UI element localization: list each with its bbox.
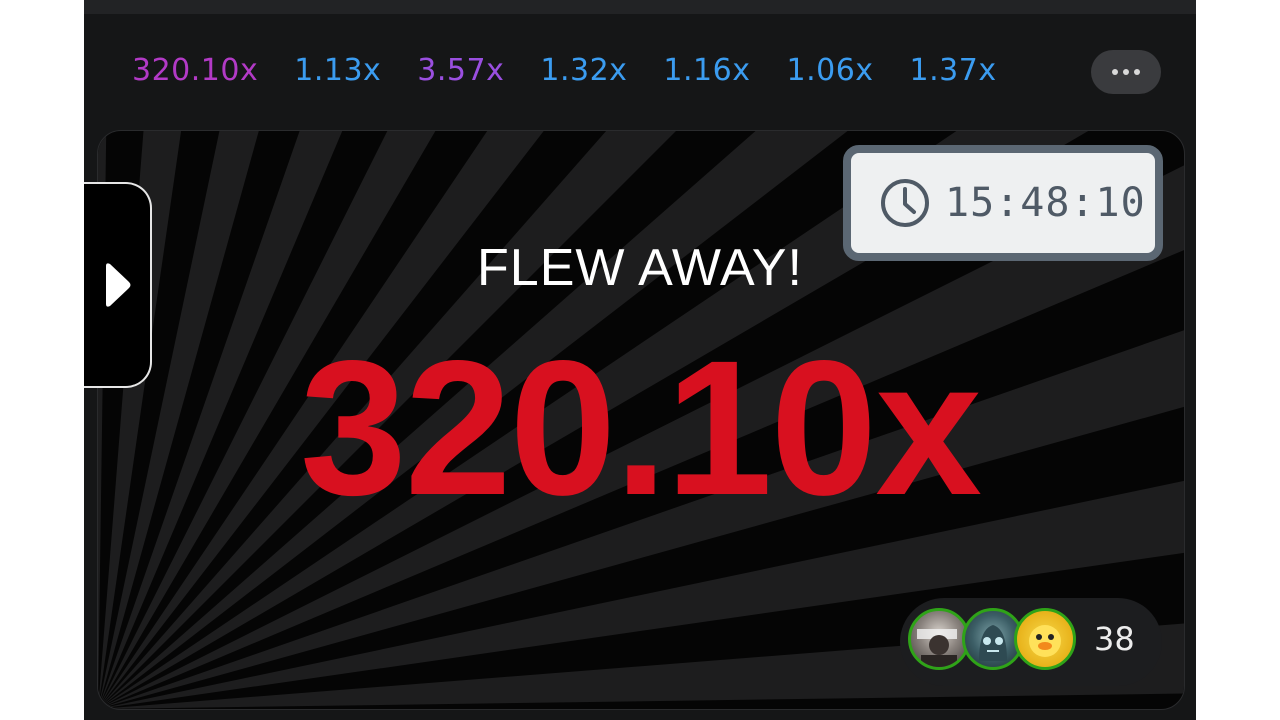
history-item[interactable]: 1.37x bbox=[910, 53, 997, 88]
history-item[interactable]: 1.32x bbox=[540, 53, 627, 88]
crash-multiplier: 320.10x bbox=[299, 320, 982, 535]
history-fade bbox=[1064, 46, 1092, 94]
player-count: 38 bbox=[1094, 620, 1135, 658]
clock-icon bbox=[881, 179, 929, 227]
ellipsis-icon bbox=[1112, 69, 1118, 75]
history-item[interactable]: 1.16x bbox=[663, 53, 750, 88]
top-strip bbox=[84, 0, 1196, 14]
history-item[interactable]: 320.10x bbox=[132, 53, 258, 88]
players-online[interactable]: 38 bbox=[900, 598, 1162, 686]
avatar bbox=[1014, 608, 1076, 670]
play-triangle-icon bbox=[106, 263, 131, 307]
multiplier-history: 320.10x 1.13x 3.57x 1.32x 1.16x 1.06x 1.… bbox=[132, 46, 1033, 94]
history-more-button[interactable] bbox=[1091, 50, 1161, 94]
ellipsis-dot bbox=[1134, 69, 1140, 75]
history-item[interactable]: 3.57x bbox=[417, 53, 504, 88]
history-item[interactable]: 1.13x bbox=[294, 53, 381, 88]
history-item[interactable]: 1.06x bbox=[786, 53, 873, 88]
ellipsis-dot bbox=[1123, 69, 1129, 75]
round-clock: 15:48:10 bbox=[843, 145, 1163, 261]
side-panel-toggle[interactable] bbox=[84, 182, 152, 388]
avatar bbox=[908, 608, 970, 670]
clock-time: 15:48:10 bbox=[945, 180, 1146, 226]
